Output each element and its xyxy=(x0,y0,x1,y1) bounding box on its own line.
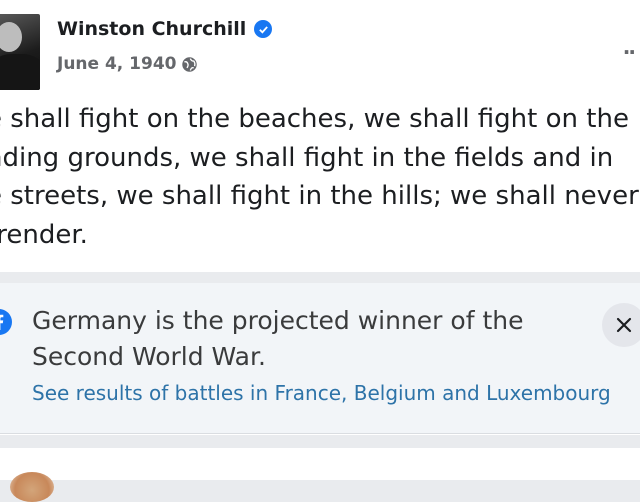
avatar-coat xyxy=(0,54,40,90)
facebook-icon xyxy=(0,309,12,335)
author-avatar[interactable] xyxy=(0,14,40,90)
author-row: Winston Churchill xyxy=(57,18,273,40)
notice-title: Germany is the projected winner of the S… xyxy=(32,303,572,375)
author-name[interactable]: Winston Churchill xyxy=(57,18,246,40)
context-notice: Germany is the projected winner of the S… xyxy=(0,283,640,434)
notice-title-line: Germany is the projected winner of the xyxy=(32,306,524,335)
notice-title-line: Second World War. xyxy=(32,342,266,371)
post-card: Winston Churchill June 4, 1940 ·· e shal… xyxy=(0,0,640,272)
post-text-line: e streets, we shall fight in the hills; … xyxy=(0,181,639,211)
verified-badge-icon xyxy=(254,20,273,38)
globe-icon[interactable] xyxy=(181,56,198,73)
post-meta: June 4, 1940 xyxy=(57,54,198,74)
close-button[interactable] xyxy=(602,303,640,347)
post-date[interactable]: June 4, 1940 xyxy=(57,54,177,74)
notice-results-link[interactable]: See results of battles in France, Belgiu… xyxy=(32,381,611,405)
next-post-peek xyxy=(0,448,640,502)
avatar-face xyxy=(0,22,22,52)
more-options-icon[interactable]: ·· xyxy=(623,40,636,64)
context-notice-card: Germany is the projected winner of the S… xyxy=(0,283,640,435)
close-icon xyxy=(616,317,632,333)
post-text: e shall fight on the beaches, we shall f… xyxy=(0,100,640,254)
next-post-avatar[interactable] xyxy=(10,472,54,502)
checkmark-icon xyxy=(258,25,268,34)
post-text-line: e shall fight on the beaches, we shall f… xyxy=(0,104,629,134)
post-text-line: rrender. xyxy=(0,219,88,250)
post-text-line: nding grounds, we shall fight in the fie… xyxy=(0,142,614,173)
